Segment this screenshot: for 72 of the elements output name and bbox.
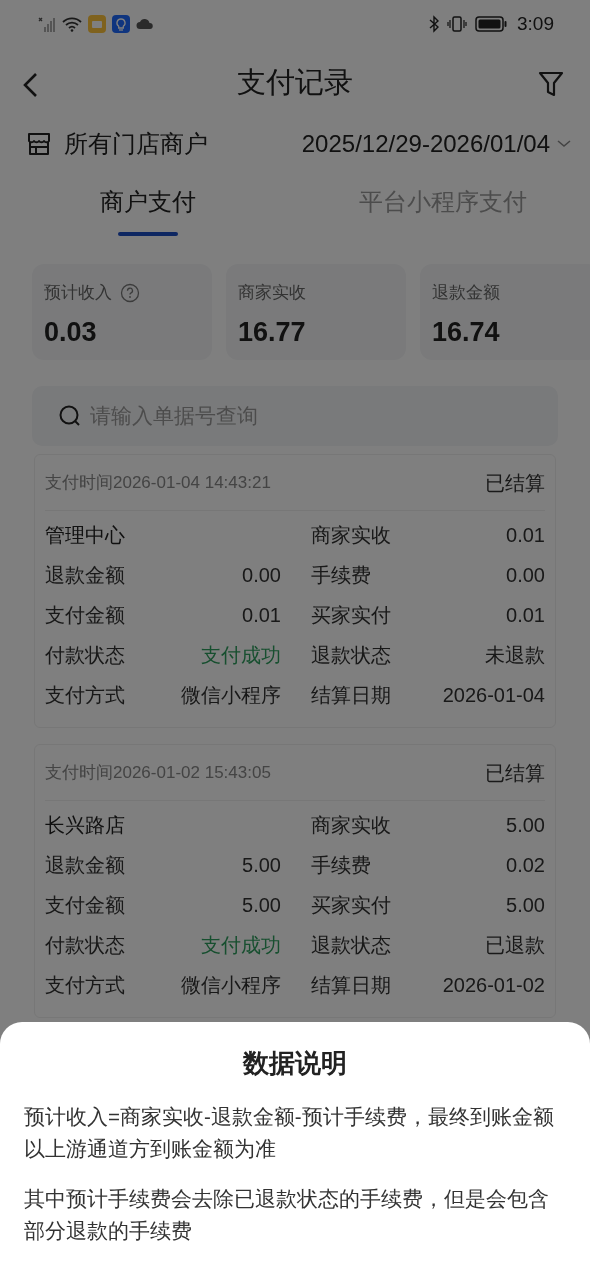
field-label: 买家实付 [311, 893, 391, 918]
field-label: 手续费 [311, 563, 371, 588]
field-label: 退款状态 [311, 933, 391, 958]
field-label: 买家实付 [311, 603, 391, 628]
help-icon[interactable] [120, 282, 140, 303]
store-name: 长兴路店 [45, 813, 125, 838]
tab-underline [117, 232, 178, 236]
store-icon [26, 131, 52, 157]
field-value: 0.00 [506, 563, 545, 588]
folder-icon [88, 15, 106, 33]
field-value: 5.00 [506, 893, 545, 918]
tab[interactable]: 商户支付 [99, 184, 196, 220]
field-value: 5.00 [242, 853, 281, 878]
payment-time: 支付时间2026-01-02 15:43:05 [45, 761, 271, 784]
field-label: 支付方式 [45, 683, 125, 708]
chevron-down-icon [556, 139, 572, 149]
cloud-icon [136, 18, 154, 30]
summary-value: 16.77 [238, 315, 307, 349]
field-value: 0.01 [506, 603, 545, 628]
explanation-text: 其中预计手续费会去除已退款状态的手续费，但是会包含部分退款的手续费 [24, 1186, 550, 1244]
payment-record-card[interactable]: 支付时间2026-01-02 15:43:05 已结算 长兴路店 商家实收 5.00 退款金额 5.00 手续费 0.02 支付金额 5.00 买家实付 5.00 付款状态 支付成功 退款状态 已退款 支付方式 微信小程序 结算日期 2026-01-02 [34, 744, 556, 1018]
field-value: 微信小程序 [181, 973, 281, 998]
field-label: 退款金额 [45, 853, 125, 878]
field-value: 微信小程序 [181, 683, 281, 708]
field-label: 支付方式 [45, 973, 125, 998]
payment-time: 支付时间2026-01-04 14:43:21 [45, 471, 271, 494]
store-name: 管理中心 [45, 523, 125, 548]
bluetooth-icon [429, 15, 439, 33]
field-value: 支付成功 [201, 643, 281, 668]
summary-value: 16.74 [432, 315, 501, 349]
summary-label: 预计收入 [44, 282, 112, 304]
field-value: 未退款 [485, 643, 545, 668]
date-range-selector[interactable]: 2025/12/29-2026/01/04 [301, 126, 572, 162]
field-label: 商家实收 [311, 813, 391, 838]
vibrate-icon [447, 15, 467, 33]
sheet-title: 数据说明 [241, 1047, 348, 1080]
field-value: 0.02 [506, 853, 545, 878]
field-label: 结算日期 [311, 683, 391, 708]
store-selector[interactable]: 所有门店商户 [26, 126, 208, 162]
battery-icon [475, 16, 507, 32]
field-label: 付款状态 [45, 933, 125, 958]
wifi-icon [62, 16, 82, 32]
field-value: 5.00 [242, 893, 281, 918]
field-value: 2026-01-04 [442, 683, 545, 708]
settlement-status: 已结算 [485, 760, 545, 786]
status-time: 3:09 [517, 11, 554, 36]
field-label: 结算日期 [311, 973, 391, 998]
field-value: 0.01 [506, 523, 545, 548]
search-icon [58, 404, 82, 428]
field-label: 支付金额 [45, 893, 125, 918]
explanation-text: 预计收入=商家实收-退款金额-预计手续费，最终到账金额以上游通道方到账金额为准 [24, 1104, 554, 1162]
settlement-status: 已结算 [485, 470, 545, 496]
summary-label: 商家实收 [238, 282, 306, 304]
field-value: 5.00 [506, 813, 545, 838]
payment-record-card[interactable]: 支付时间2026-01-04 14:43:21 已结算 管理中心 商家实收 0.01 退款金额 0.00 手续费 0.00 支付金额 0.01 买家实付 0.01 付款状态 支付成功 退款状态 未退款 支付方式 微信小程序 结算日期 2026-01-04 [34, 454, 556, 728]
field-value: 0.00 [242, 563, 281, 588]
filter-icon[interactable] [538, 70, 564, 98]
signal-icon [38, 16, 56, 32]
lightbulb-icon [112, 15, 130, 33]
field-label: 商家实收 [311, 523, 391, 548]
field-label: 手续费 [311, 853, 371, 878]
field-label: 付款状态 [45, 643, 125, 668]
field-label: 退款金额 [45, 563, 125, 588]
field-value: 0.01 [242, 603, 281, 628]
field-label: 支付金额 [45, 603, 125, 628]
field-value: 已退款 [485, 933, 545, 958]
field-label: 退款状态 [311, 643, 391, 668]
page-title: 支付记录 [237, 65, 353, 101]
field-value: 支付成功 [201, 933, 281, 958]
summary-label: 退款金额 [432, 282, 500, 304]
field-value: 2026-01-02 [442, 973, 545, 998]
summary-value: 0.03 [44, 315, 98, 349]
